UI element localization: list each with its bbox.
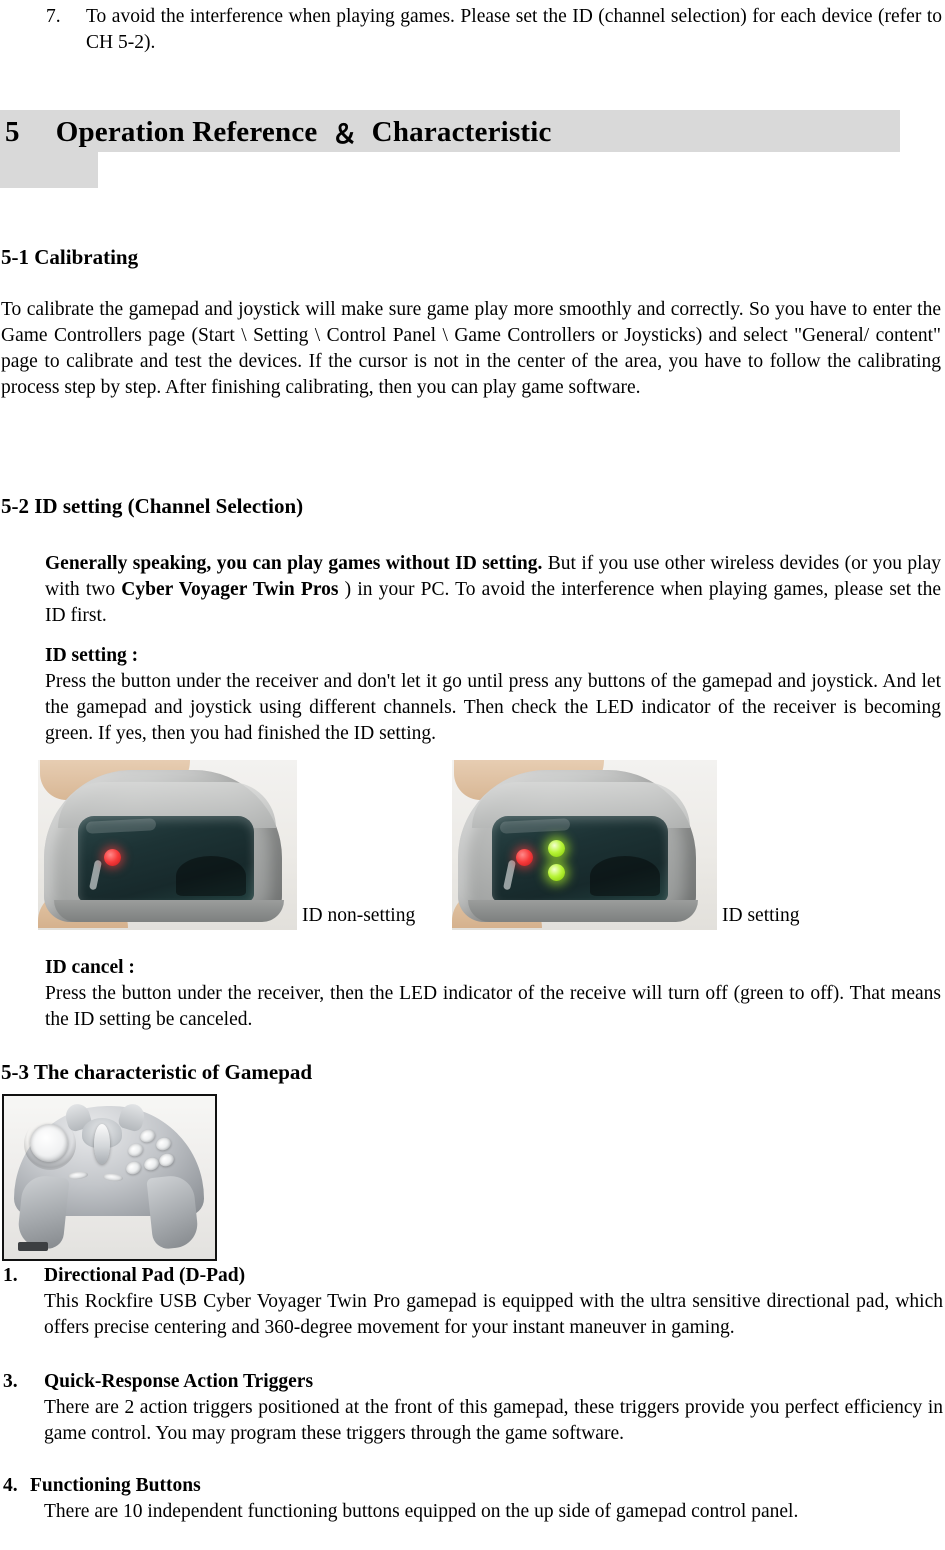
gamepad-cable-notch (18, 1242, 48, 1251)
feature-4-number: 4. (3, 1475, 18, 1496)
photo-gamepad (2, 1094, 217, 1261)
heading-5-1: 5-1 Calibrating (1, 245, 139, 269)
list-item-7-text: To avoid the interference when playing g… (86, 6, 942, 53)
receiver-base (54, 900, 284, 922)
chapter-heading: 5 Operation Reference ＆ Characteristic (0, 112, 552, 152)
photo-receiver-id-setting (452, 760, 717, 930)
analog-stick-icon (94, 1124, 110, 1164)
list-item-7: 7. To avoid the interference when playin… (46, 4, 942, 56)
feature-3-title: Quick-Response Action Triggers (44, 1371, 314, 1392)
id-setting-label: ID setting : (45, 645, 139, 666)
window-reflection (590, 856, 660, 896)
feature-4-title: Functioning Buttons (30, 1475, 201, 1496)
feature-1-title: Directional Pad (D-Pad) (44, 1265, 246, 1286)
led-green-indicator-bottom (548, 864, 565, 881)
dpad-icon (30, 1124, 68, 1162)
id-setting-block: ID setting : Press the button under the … (45, 643, 941, 747)
receiver-shell (44, 770, 284, 922)
list-item-7-number: 7. (46, 6, 61, 27)
id-setting-body: Press the button under the receiver and … (45, 671, 941, 744)
receiver-shell (458, 770, 698, 922)
feature-1-number: 1. (3, 1265, 18, 1286)
window-reflection (176, 856, 246, 896)
receiver-led-window (78, 816, 254, 902)
feature-4-body: There are 10 independent functioning but… (44, 1501, 799, 1522)
led-red-indicator (516, 849, 533, 866)
id-cancel-label: ID cancel : (45, 957, 135, 978)
paragraph-5-2-intro: Generally speaking, you can play games w… (45, 551, 941, 629)
window-glare (88, 859, 103, 891)
caption-id-setting: ID setting (722, 905, 800, 926)
caption-id-non-setting: ID non-setting (302, 905, 416, 926)
feature-1-body: This Rockfire USB Cyber Voyager Twin Pro… (44, 1291, 943, 1338)
feature-item-1: 1. Directional Pad (D-Pad) This Rockfire… (3, 1263, 943, 1341)
feature-3-body: There are 2 action triggers positioned a… (44, 1397, 943, 1444)
chapter-title: Operation Reference (55, 115, 318, 148)
feature-3-number: 3. (3, 1371, 18, 1392)
window-glare (502, 859, 517, 891)
led-red-indicator (104, 849, 121, 866)
receiver-led-window (492, 816, 668, 902)
document-page: 7. To avoid the interference when playin… (0, 0, 945, 1550)
led-green-indicator-top (548, 840, 565, 857)
ampersand-glyph: ＆ (331, 119, 358, 149)
chapter-number: 5 (5, 115, 20, 148)
heading-5-3: 5-3 The characteristic of Gamepad (1, 1060, 313, 1084)
chapter-subtitle: Characteristic (371, 115, 552, 148)
chapter-banner-stub (0, 152, 98, 188)
photo-receiver-id-non-setting (38, 760, 297, 930)
receiver-base (468, 900, 698, 922)
feature-item-4: 4. Functioning Buttons There are 10 inde… (3, 1473, 943, 1525)
id-cancel-body: Press the button under the receiver, the… (45, 983, 941, 1030)
paragraph-5-1-body: To calibrate the gamepad and joystick wi… (1, 299, 941, 398)
id-cancel-block: ID cancel : Press the button under the r… (45, 955, 941, 1033)
intro-bold-lead: Generally speaking, you can play games w… (45, 553, 543, 574)
feature-item-3: 3. Quick-Response Action Triggers There … (3, 1369, 943, 1447)
product-name-bold: Cyber Voyager Twin Pros (121, 579, 339, 600)
heading-5-2: 5-2 ID setting (Channel Selection) (1, 494, 304, 518)
